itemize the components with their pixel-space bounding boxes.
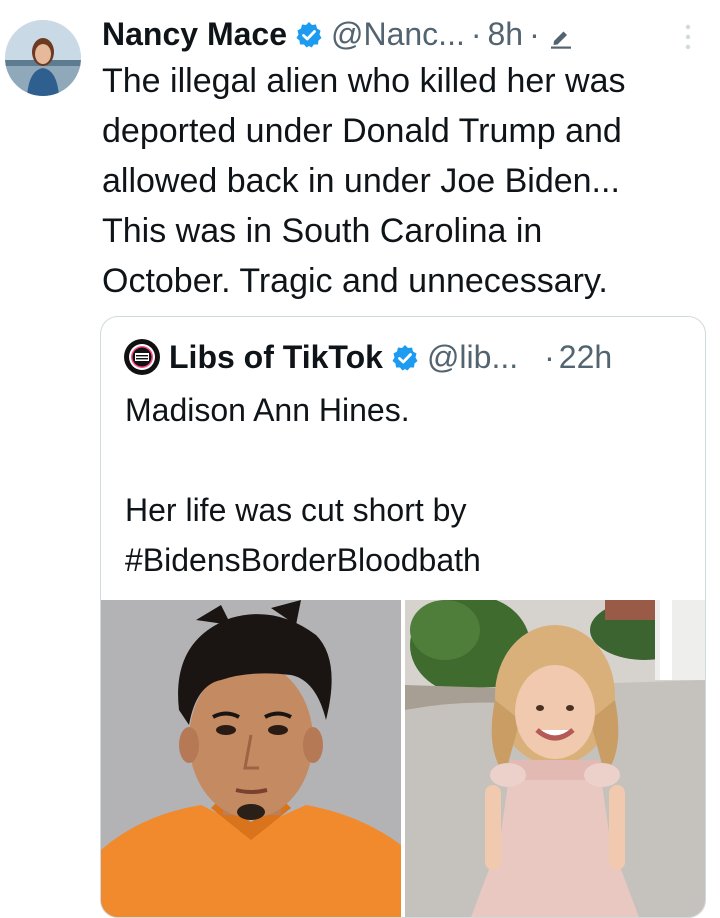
quoted-text-line: #BidensBorderBloodbath (125, 542, 481, 578)
verified-badge-icon (295, 20, 323, 48)
quoted-text-line: Her life was cut short by (125, 492, 467, 528)
quoted-tweet-text: Madison Ann Hines. Her life was cut shor… (125, 385, 685, 585)
quoted-tweet-timestamp[interactable]: 22h (559, 339, 612, 376)
tweet-text: The illegal alien who killed her was dep… (102, 56, 712, 306)
avatar-photo (5, 20, 81, 96)
mugshot-photo[interactable] (101, 600, 401, 917)
quoted-tweet-media[interactable] (101, 595, 705, 917)
tweet-text-line: This was in South Carolina in (102, 212, 543, 250)
quoted-text-line (125, 435, 685, 485)
author-handle[interactable]: @Nanc... (331, 16, 465, 53)
child-photo[interactable] (405, 595, 705, 917)
quoted-tweet-header: Libs of TikTok @lib... · 22h (123, 337, 612, 377)
tweet-text-line: deported under Donald Trump and (102, 112, 622, 150)
author-avatar[interactable] (5, 20, 81, 96)
tweet-header: Nancy Mace @Nanc... · 8h · (102, 12, 574, 56)
tweet-timestamp[interactable]: 8h (488, 16, 524, 53)
tweet-text-line: allowed back in under Joe Biden... (102, 162, 620, 200)
quoted-author-handle[interactable]: @lib... (427, 339, 518, 376)
author-name[interactable]: Nancy Mace (102, 16, 287, 53)
quoted-tweet[interactable]: Libs of TikTok @lib... · 22h Madison Ann… (100, 316, 706, 918)
libs-of-tiktok-logo (124, 339, 160, 375)
separator-dot-2: · (529, 15, 540, 52)
more-vertical-icon[interactable] (683, 22, 693, 52)
quoted-author-name[interactable]: Libs of TikTok (169, 339, 383, 376)
separator-dot: · (470, 15, 482, 52)
quoted-text-line: Madison Ann Hines. (125, 392, 410, 428)
tweet-text-line: October. Tragic and unnecessary. (102, 262, 608, 300)
tweet-text-line: The illegal alien who killed her was (102, 62, 626, 100)
verified-badge-icon (391, 343, 419, 371)
separator-dot: · (544, 338, 555, 375)
quoted-author-avatar[interactable] (123, 338, 161, 376)
edit-pencil-icon[interactable] (548, 21, 574, 49)
